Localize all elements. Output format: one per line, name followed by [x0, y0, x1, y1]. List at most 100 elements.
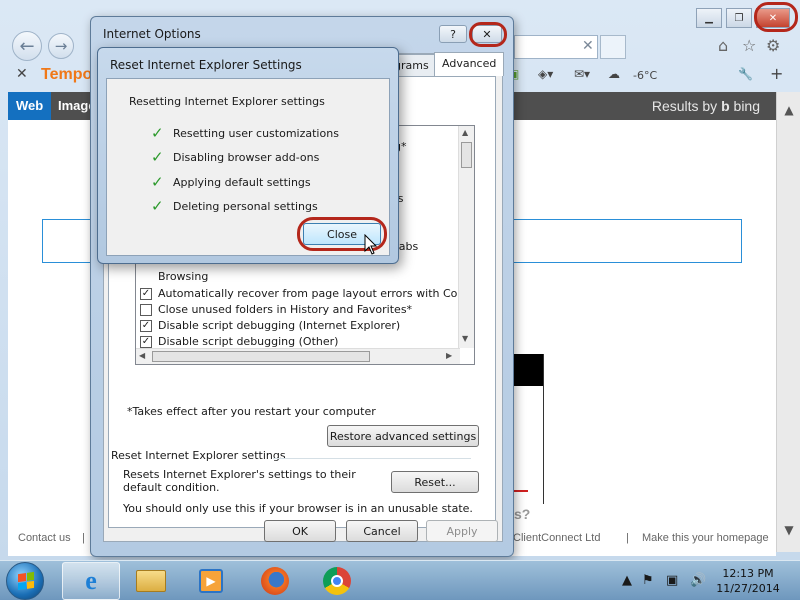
provider-text: ClientConnect Ltd: [513, 532, 601, 544]
restart-note: *Takes effect after you restart your com…: [127, 405, 376, 418]
restore-icon: ❐: [734, 12, 744, 24]
network-icon[interactable]: ▣: [666, 573, 678, 588]
tab-web[interactable]: Web: [8, 92, 52, 120]
reset-heading: Resetting Internet Explorer settings: [129, 95, 325, 108]
page-divider: [543, 354, 544, 504]
taskbar-explorer[interactable]: [122, 562, 180, 600]
gear-icon[interactable]: ⚙: [766, 36, 780, 55]
mail-icon[interactable]: ✉▾: [574, 67, 590, 81]
tab-close-icon[interactable]: ✕: [582, 38, 594, 54]
help-button[interactable]: ?: [439, 25, 467, 43]
checkbox-auto-recover[interactable]: ✓: [140, 288, 152, 300]
favorites-star-icon[interactable]: ☆: [742, 36, 756, 55]
list-horizontal-scrollbar[interactable]: ◀ ▶: [136, 348, 460, 364]
footer-separator: |: [82, 532, 85, 544]
reset-step: Applying default settings: [173, 176, 311, 189]
check-icon: ✓: [151, 124, 164, 142]
page-dark-block: [514, 354, 544, 386]
internet-explorer-icon: e: [85, 566, 97, 595]
page-scrollbar[interactable]: ▲ ▼: [776, 92, 800, 552]
scroll-up-icon[interactable]: ▲: [462, 128, 468, 137]
taskbar: e ▶ ▲ ⚑ ▣ 🔊 12:13 PM 11/27/2014: [0, 560, 800, 600]
home-icon[interactable]: ⌂: [718, 36, 728, 55]
volume-icon[interactable]: 🔊: [690, 573, 706, 588]
browsing-group-header: Browsing: [158, 270, 209, 283]
scroll-left-icon[interactable]: ◀: [139, 351, 145, 360]
media-player-icon: ▶: [199, 569, 223, 593]
chrome-icon: [323, 567, 351, 595]
add-icon[interactable]: +: [770, 64, 783, 83]
mouse-cursor-icon: [364, 234, 378, 255]
minimize-button[interactable]: ▁: [696, 8, 722, 28]
homepage-link[interactable]: Make this your homepage: [642, 532, 769, 544]
bing-logo-icon: b: [721, 98, 730, 114]
tag-icon[interactable]: ◈▾: [538, 67, 553, 81]
scroll-down-icon[interactable]: ▼: [777, 520, 800, 540]
minimize-icon: ▁: [705, 12, 713, 24]
close-highlight-ring: [754, 2, 798, 32]
maximize-button[interactable]: ❐: [726, 8, 752, 28]
setting-debug-ie: Disable script debugging (Internet Explo…: [158, 319, 401, 332]
reset-group-label: Reset Internet Explorer settings: [111, 449, 286, 462]
forward-arrow-icon: →: [54, 37, 68, 55]
group-divider: [273, 458, 471, 459]
ok-button[interactable]: OK: [264, 520, 336, 542]
setting-auto-recover: Automatically recover from page layout e…: [158, 287, 475, 300]
reset-button[interactable]: Reset...: [391, 471, 479, 493]
checkbox-debug-ie[interactable]: ✓: [140, 320, 152, 332]
taskbar-chrome[interactable]: [308, 562, 366, 600]
new-tab-button[interactable]: [600, 35, 626, 59]
reset-dialog-title: Reset Internet Explorer Settings: [110, 58, 302, 72]
results-by-bing: Results by b bing: [652, 98, 760, 114]
check-icon: ✓: [151, 173, 164, 191]
action-center-flag-icon[interactable]: ⚑: [642, 573, 654, 588]
restore-advanced-button[interactable]: Restore advanced settings: [327, 425, 479, 447]
check-icon: ✓: [151, 148, 164, 166]
reset-step: Resetting user customizations: [173, 127, 339, 140]
dialog-close-highlight-ring: [469, 22, 507, 47]
checkbox-debug-other[interactable]: ✓: [140, 336, 152, 348]
show-hidden-icons[interactable]: ▲: [622, 573, 632, 588]
toolbar-close-icon[interactable]: ✕: [16, 66, 28, 82]
start-button[interactable]: [6, 562, 44, 600]
checkbox-close-folders[interactable]: [140, 304, 152, 316]
reset-step: Disabling browser add-ons: [173, 151, 320, 164]
taskbar-firefox[interactable]: [246, 562, 304, 600]
chrome-center: [331, 575, 343, 587]
taskbar-media-player[interactable]: ▶: [182, 562, 240, 600]
windows-logo-icon: [18, 571, 34, 591]
reset-ie-dialog: Reset Internet Explorer Settings Resetti…: [97, 47, 399, 264]
scroll-down-icon[interactable]: ▼: [462, 334, 468, 343]
scroll-right-icon[interactable]: ▶: [446, 351, 452, 360]
scroll-thumb[interactable]: [461, 142, 472, 168]
back-button[interactable]: ←: [12, 31, 42, 61]
cancel-button[interactable]: Cancel: [346, 520, 418, 542]
wrench-icon[interactable]: 🔧: [738, 67, 753, 81]
page-text-fragment: s?: [514, 506, 531, 522]
tab-advanced[interactable]: Advanced: [434, 52, 505, 76]
system-clock[interactable]: 12:13 PM 11/27/2014: [716, 566, 780, 596]
reset-warning: You should only use this if your browser…: [123, 502, 473, 515]
results-by-label: Results by: [651, 98, 718, 114]
clock-date: 11/27/2014: [716, 582, 780, 595]
weather-icon: ☁: [608, 67, 620, 81]
clock-time: 12:13 PM: [722, 567, 774, 580]
check-icon: ✓: [151, 197, 164, 215]
setting-close-folders: Close unused folders in History and Favo…: [158, 303, 413, 316]
scroll-thumb[interactable]: [152, 351, 370, 362]
back-arrow-icon: ←: [19, 35, 35, 57]
toolbar-search-text[interactable]: Tempo: [41, 66, 92, 84]
reset-step: Deleting personal settings: [173, 200, 318, 213]
bing-label: bing: [733, 98, 760, 114]
apply-button[interactable]: Apply: [426, 520, 498, 542]
footer-separator: |: [626, 532, 629, 544]
list-vertical-scrollbar[interactable]: ▲ ▼: [458, 126, 474, 348]
forward-button[interactable]: →: [48, 33, 74, 59]
weather-temperature: -6°C: [633, 69, 658, 82]
reset-description: Resets Internet Explorer's settings to t…: [123, 468, 356, 494]
contact-link[interactable]: Contact us: [18, 532, 71, 544]
scroll-up-icon[interactable]: ▲: [777, 100, 800, 120]
taskbar-ie[interactable]: e: [62, 562, 120, 600]
reset-dialog-body: Resetting Internet Explorer settings ✓ R…: [106, 78, 390, 256]
setting-debug-other: Disable script debugging (Other): [158, 335, 339, 348]
